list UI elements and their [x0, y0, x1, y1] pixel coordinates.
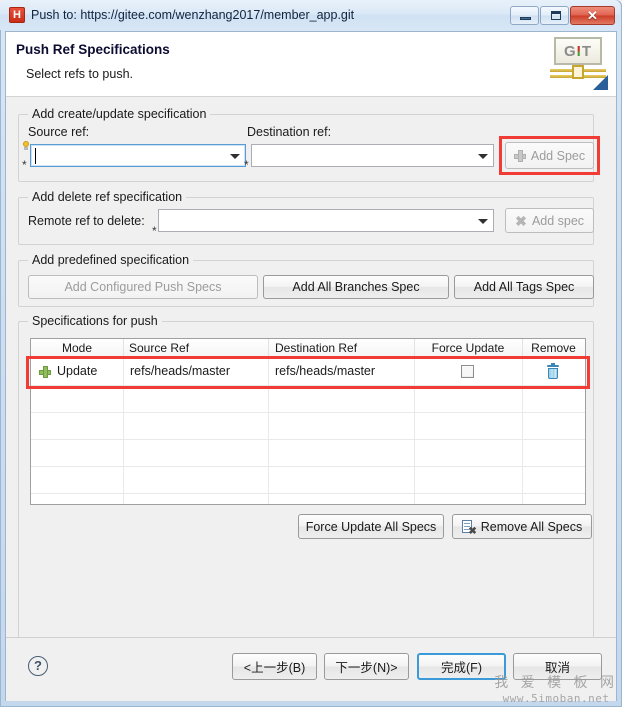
minimize-icon: [520, 16, 531, 20]
cell-mode: Update: [57, 364, 98, 378]
specs-table-header: Mode Source Ref Destination Ref Force Up…: [31, 339, 585, 359]
force-update-all-specs-button[interactable]: Force Update All Specs: [298, 514, 444, 539]
back-button[interactable]: <上一步(B): [232, 653, 317, 680]
next-button[interactable]: 下一步(N)>: [324, 653, 409, 680]
add-spec-button-label: Add Spec: [530, 148, 586, 163]
page-subtitle: Select refs to push.: [26, 67, 134, 81]
chevron-down-icon: [478, 219, 488, 224]
page-title: Push Ref Specifications: [16, 42, 170, 57]
wizard-body: Add create/update specification Source r…: [6, 97, 616, 641]
chevron-down-icon: [478, 154, 488, 159]
source-ref-label: Source ref:: [28, 125, 90, 139]
app-icon: H: [9, 7, 25, 23]
table-row[interactable]: Update refs/heads/master refs/heads/mast…: [31, 359, 585, 386]
git-logo-icon: G I T: [550, 35, 608, 93]
delete-ref-group-title: Add delete ref specification: [28, 190, 187, 204]
add-configured-push-specs-label: Add Configured Push Specs: [64, 280, 222, 294]
table-row-empty[interactable]: [31, 494, 585, 504]
close-button[interactable]: ✕: [570, 5, 615, 25]
create-update-group-title: Add create/update specification: [28, 107, 211, 121]
column-header-destination-ref[interactable]: Destination Ref: [275, 341, 357, 355]
dialog-client-area: Push Ref Specifications Select refs to p…: [5, 31, 617, 701]
cell-destination-ref: refs/heads/master: [275, 364, 376, 378]
plus-icon: [513, 149, 526, 162]
wizard-footer: ? <上一步(B) 下一步(N)> 完成(F) 取消: [6, 638, 616, 701]
add-all-branches-spec-label: Add All Branches Spec: [292, 280, 420, 294]
git-logo-triangle: [593, 75, 608, 90]
destination-ref-label: Destination ref:: [247, 125, 332, 139]
git-logo-g: G: [563, 42, 577, 60]
table-row-empty[interactable]: [31, 440, 585, 467]
wizard-header: Push Ref Specifications Select refs to p…: [6, 32, 616, 97]
remove-all-specs-button[interactable]: ✖ Remove All Specs: [452, 514, 592, 539]
finish-button[interactable]: 完成(F): [417, 653, 506, 680]
remove-all-specs-label: Remove All Specs: [480, 519, 583, 534]
add-spec-delete-button[interactable]: ✖ Add spec: [505, 208, 594, 233]
predefined-group-title: Add predefined specification: [28, 253, 194, 267]
source-ref-combo[interactable]: [30, 144, 246, 167]
add-all-branches-spec-button[interactable]: Add All Branches Spec: [263, 275, 449, 299]
trash-icon[interactable]: [547, 363, 559, 379]
table-row-empty[interactable]: [31, 467, 585, 494]
next-button-label: 下一步(N)>: [335, 661, 398, 675]
finish-button-label: 完成(F): [441, 661, 482, 675]
window-controls: ✕: [509, 5, 615, 25]
force-update-checkbox[interactable]: [461, 365, 474, 378]
chevron-down-icon: [230, 154, 240, 159]
cancel-button[interactable]: 取消: [513, 653, 602, 680]
destination-ref-required-marker: *: [244, 158, 249, 172]
source-ref-caret: [35, 148, 36, 164]
destination-ref-combo[interactable]: [251, 144, 494, 167]
maximize-button[interactable]: [540, 5, 569, 25]
add-configured-push-specs-button[interactable]: Add Configured Push Specs: [28, 275, 258, 299]
back-button-label: <上一步(B): [243, 661, 306, 675]
title-bar: H Push to: https://gitee.com/wenzhang201…: [0, 0, 620, 30]
content-assist-bulb-icon: [22, 141, 30, 151]
cell-source-ref: refs/heads/master: [130, 364, 231, 378]
add-spec-delete-button-label: Add spec: [531, 213, 585, 228]
add-all-tags-spec-label: Add All Tags Spec: [473, 280, 575, 294]
close-icon: ✕: [587, 7, 598, 23]
git-logo-t: T: [581, 42, 592, 60]
force-update-all-specs-label: Force Update All Specs: [305, 519, 437, 534]
x-icon: ✖: [515, 212, 527, 229]
green-plus-icon: [39, 366, 51, 378]
table-row-empty[interactable]: [31, 386, 585, 413]
restore-icon: [551, 10, 561, 20]
source-ref-required-marker: *: [22, 158, 27, 172]
help-button[interactable]: ?: [28, 656, 48, 676]
add-all-tags-spec-button[interactable]: Add All Tags Spec: [454, 275, 594, 299]
window-title: Push to: https://gitee.com/wenzhang2017/…: [31, 8, 355, 22]
git-logo-knob: [572, 65, 584, 79]
column-header-remove[interactable]: Remove: [522, 341, 585, 355]
dialog-window: H Push to: https://gitee.com/wenzhang201…: [0, 0, 622, 707]
column-header-source-ref[interactable]: Source Ref: [129, 341, 189, 355]
specs-group-title: Specifications for push: [28, 314, 162, 328]
remote-ref-to-delete-combo[interactable]: [158, 209, 494, 232]
remote-ref-to-delete-label: Remote ref to delete:: [28, 214, 145, 228]
column-header-mode[interactable]: Mode: [31, 341, 123, 355]
git-logo-box: G I T: [554, 37, 602, 65]
table-empty-rows: [31, 386, 585, 504]
document-remove-icon: ✖: [461, 519, 477, 536]
add-spec-button[interactable]: Add Spec: [505, 142, 594, 169]
column-header-force-update[interactable]: Force Update: [414, 341, 522, 355]
cancel-button-label: 取消: [544, 661, 570, 675]
table-row-empty[interactable]: [31, 413, 585, 440]
specs-table[interactable]: Mode Source Ref Destination Ref Force Up…: [30, 338, 586, 505]
remote-ref-required-marker: *: [152, 224, 157, 238]
minimize-button[interactable]: [510, 5, 539, 25]
